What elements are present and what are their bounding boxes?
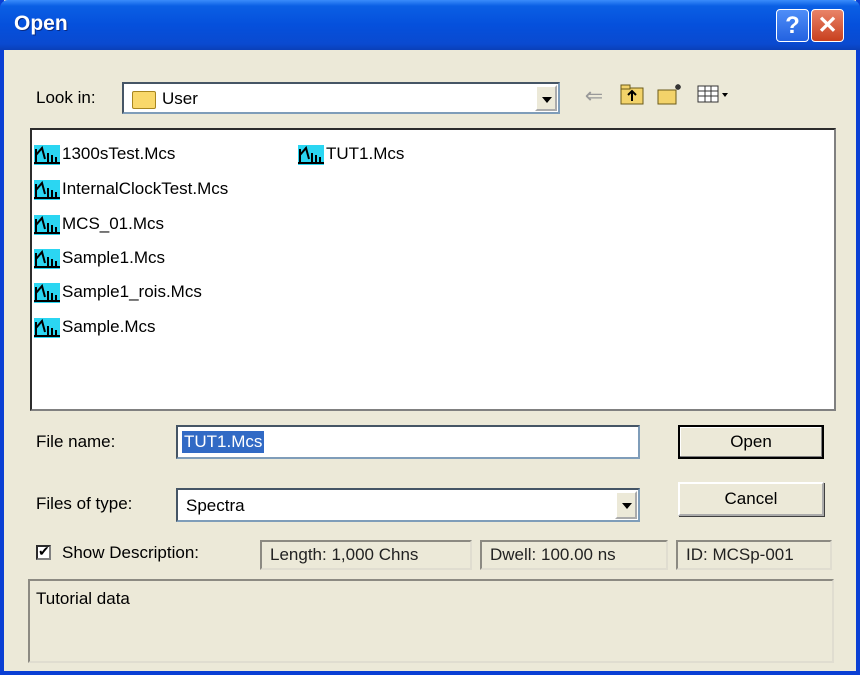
spectrum-file-icon: [34, 282, 60, 303]
show-description-label: Show Description:: [62, 543, 200, 562]
close-button[interactable]: ✕: [811, 9, 844, 42]
spectrum-file-icon: [34, 144, 60, 165]
spectrum-file-icon: [34, 317, 60, 338]
help-icon: ?: [785, 12, 800, 39]
open-button[interactable]: Open: [678, 425, 824, 459]
description-text: Tutorial data: [36, 589, 130, 608]
look-in-value: User: [162, 89, 198, 108]
back-arrow-icon[interactable]: ⇐: [580, 82, 608, 110]
up-folder-icon[interactable]: [618, 82, 646, 110]
file-name-label: File name:: [36, 432, 116, 451]
spectrum-file-icon: [34, 248, 60, 269]
length-info: Length: 1,000 Chns: [260, 540, 472, 570]
view-menu-icon[interactable]: [694, 82, 734, 110]
new-folder-icon[interactable]: [656, 82, 684, 110]
spectrum-file-icon: [34, 214, 60, 235]
look-in-combo[interactable]: User: [122, 82, 560, 114]
file-item[interactable]: Sample.Mcs: [34, 313, 156, 341]
file-item[interactable]: Sample1_rois.Mcs: [34, 278, 202, 306]
files-of-type-value: Spectra: [186, 496, 245, 515]
file-name-value: TUT1.Mcs: [182, 431, 265, 453]
file-item[interactable]: MCS_01.Mcs: [34, 210, 164, 238]
file-list[interactable]: 1300sTest.Mcs InternalClockTest.Mcs MCS_…: [30, 128, 836, 411]
id-info: ID: MCSp-001: [676, 540, 832, 570]
dwell-info: Dwell: 100.00 ns: [480, 540, 668, 570]
file-name-input[interactable]: TUT1.Mcs: [176, 425, 640, 459]
file-item[interactable]: InternalClockTest.Mcs: [34, 175, 228, 203]
look-in-label: Look in:: [36, 88, 96, 107]
folder-icon: [132, 90, 156, 109]
title-bar[interactable]: Open ? ✕: [0, 0, 860, 50]
files-of-type-combo[interactable]: Spectra: [176, 488, 640, 522]
cancel-button[interactable]: Cancel: [678, 482, 824, 516]
window-title: Open: [14, 12, 68, 35]
file-item[interactable]: TUT1.Mcs: [298, 140, 404, 168]
look-in-dropdown-button[interactable]: [535, 85, 557, 111]
files-of-type-dropdown-button[interactable]: [615, 491, 637, 519]
show-description-checkbox[interactable]: [36, 543, 51, 560]
help-button[interactable]: ?: [776, 9, 809, 42]
close-icon: ✕: [817, 12, 838, 39]
spectrum-file-icon: [298, 144, 324, 165]
file-item[interactable]: 1300sTest.Mcs: [34, 140, 175, 168]
files-of-type-label: Files of type:: [36, 494, 133, 513]
file-item[interactable]: Sample1.Mcs: [34, 244, 165, 272]
description-box: Tutorial data: [28, 579, 834, 663]
spectrum-file-icon: [34, 179, 60, 200]
